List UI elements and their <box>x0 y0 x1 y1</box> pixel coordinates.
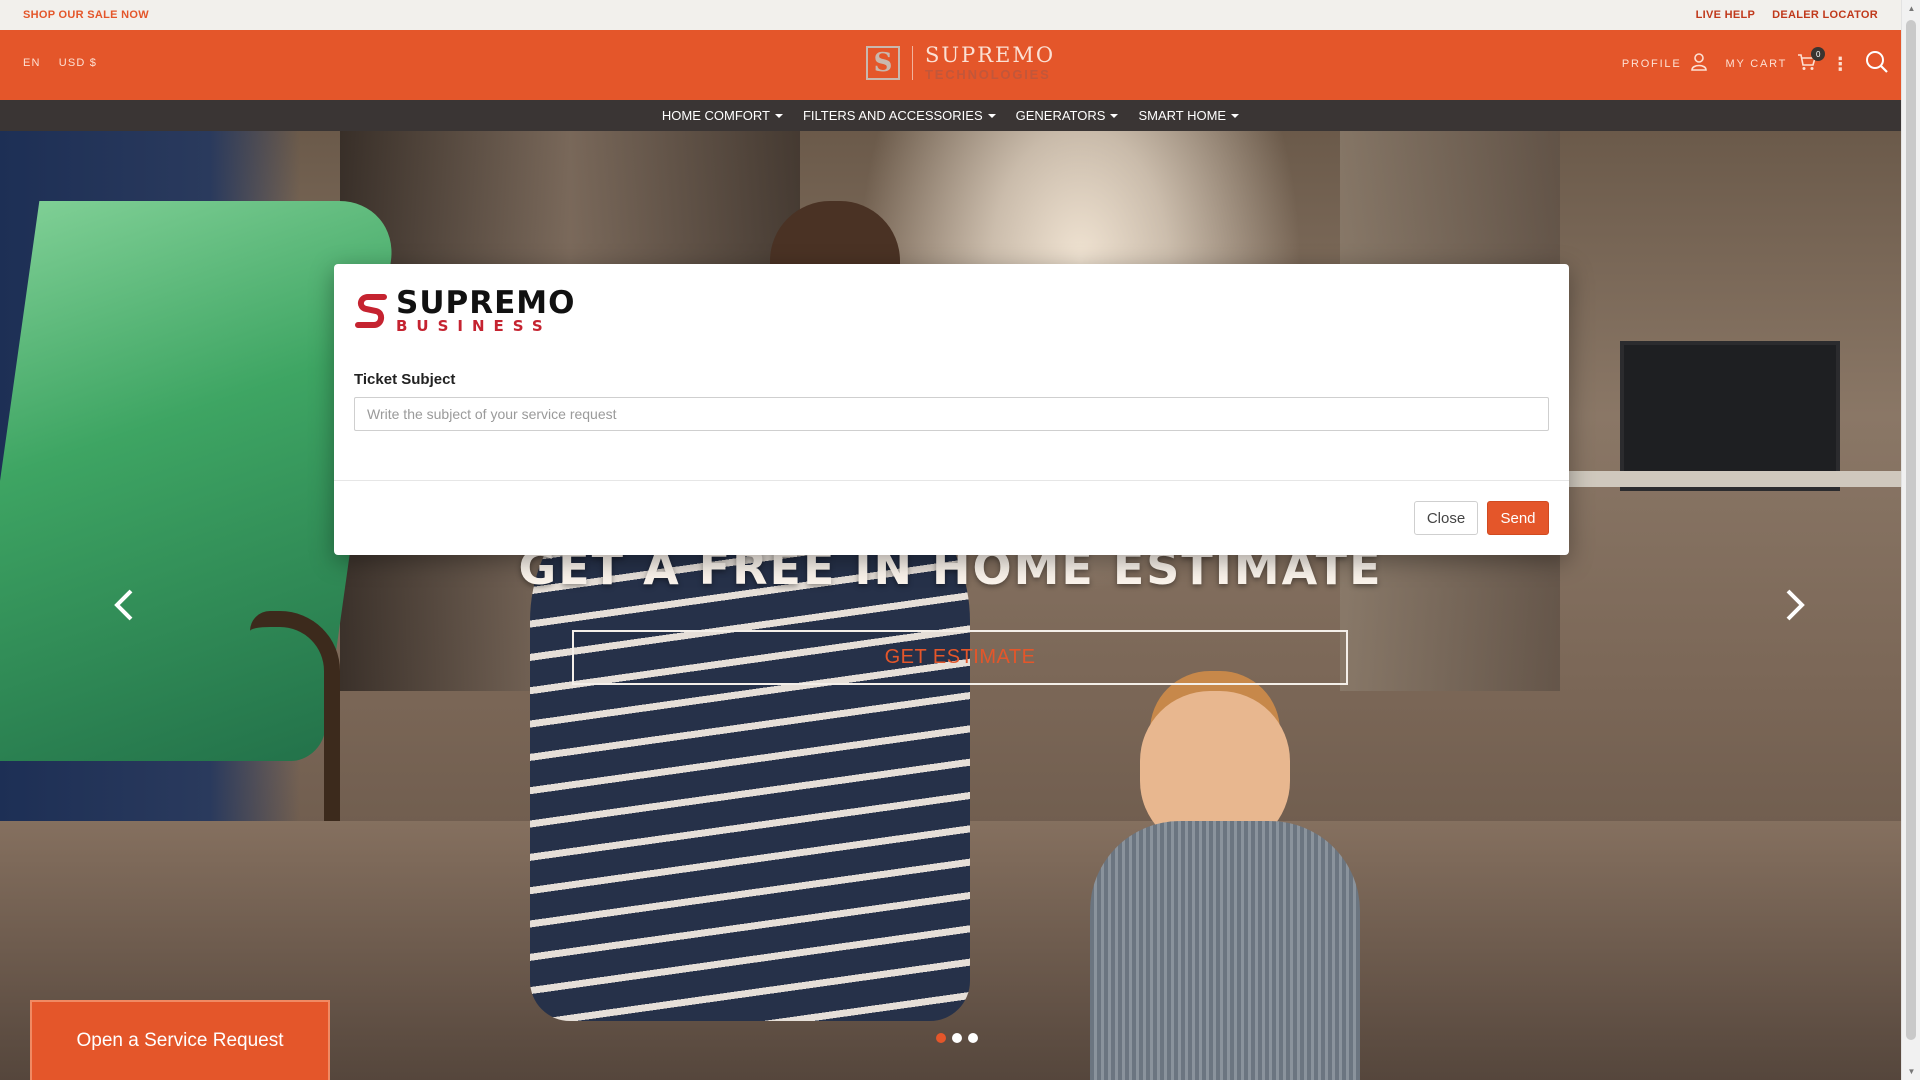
logo-line1: SUPREMO <box>925 43 1056 67</box>
carousel-dot[interactable] <box>968 1033 978 1043</box>
ticket-subject-label: Ticket Subject <box>354 371 456 388</box>
hero-photo-tv <box>1620 341 1840 491</box>
brand-text: SUPREMO BUSINESS <box>396 288 575 334</box>
hero-photo-child <box>1090 821 1360 1080</box>
ticket-subject-input[interactable] <box>354 397 1549 431</box>
close-button[interactable]: Close <box>1414 501 1478 535</box>
dealer-locator-link[interactable]: DEALER LOCATOR <box>1772 9 1878 21</box>
locale-selector: EN USD $ <box>23 57 97 69</box>
language-selector[interactable]: EN <box>23 57 41 69</box>
caret-down-icon <box>1231 113 1240 118</box>
chevron-right-icon[interactable] <box>1775 585 1815 625</box>
chevron-left-icon[interactable] <box>104 585 144 625</box>
logo-mark-icon: S <box>866 46 900 80</box>
search-icon[interactable] <box>1865 50 1889 77</box>
cart-count-badge: 0 <box>1811 47 1826 61</box>
profile-link[interactable]: PROFILE <box>1622 58 1682 70</box>
currency-selector[interactable]: USD $ <box>59 57 97 69</box>
nav-item-label: FILTERS AND ACCESSORIES <box>802 108 983 123</box>
nav-item-generators[interactable]: GENERATORS <box>1016 108 1119 123</box>
get-estimate-button[interactable]: GET ESTIMATE <box>572 630 1348 685</box>
more-vertical-icon[interactable]: ⋮ <box>1831 55 1851 73</box>
supremo-logo-icon <box>354 291 390 331</box>
caret-down-icon <box>1110 113 1119 118</box>
nav-item-label: HOME COMFORT <box>661 108 770 123</box>
service-request-modal: SUPREMO BUSINESS Ticket Subject Close Se… <box>334 264 1569 555</box>
scroll-down-icon[interactable]: ▼ <box>1902 1063 1920 1080</box>
carousel-dot[interactable] <box>952 1033 962 1043</box>
hero-photo-shelf <box>1560 471 1901 487</box>
scroll-up-icon[interactable]: ▲ <box>1902 0 1920 17</box>
modal-footer-divider <box>334 480 1569 481</box>
supremo-business-logo: SUPREMO BUSINESS <box>354 288 575 334</box>
site-header: EN USD $ S SUPREMO TECHNOLOGIES PROFILE … <box>0 30 1901 100</box>
live-help-link[interactable]: LIVE HELP <box>1696 9 1756 21</box>
send-button[interactable]: Send <box>1487 501 1549 535</box>
logo-text: SUPREMO TECHNOLOGIES <box>925 43 1056 82</box>
cart-icon[interactable]: 0 <box>1797 47 1826 74</box>
nav-item-label: SMART HOME <box>1138 108 1227 123</box>
caret-down-icon <box>987 113 996 118</box>
nav-item-label: GENERATORS <box>1015 108 1106 123</box>
caret-down-icon <box>774 113 783 118</box>
top-utility-bar: SHOP OUR SALE NOW LIVE HELP DEALER LOCAT… <box>0 0 1901 30</box>
cart-link[interactable]: MY CART <box>1725 58 1787 70</box>
top-utility-links: LIVE HELP DEALER LOCATOR <box>1696 9 1878 21</box>
brand-line2: BUSINESS <box>396 317 552 335</box>
shop-sale-link[interactable]: SHOP OUR SALE NOW <box>23 9 149 21</box>
carousel-dot[interactable] <box>936 1033 946 1043</box>
open-service-request-button[interactable]: Open a Service Request <box>30 1000 330 1080</box>
scrollbar-thumb[interactable] <box>1906 20 1916 1040</box>
carousel-indicators <box>936 1033 978 1043</box>
main-navigation: HOME COMFORT FILTERS AND ACCESSORIES GEN… <box>0 100 1901 131</box>
nav-item-filters-and-accessories[interactable]: FILTERS AND ACCESSORIES <box>803 108 996 123</box>
site-logo[interactable]: S SUPREMO TECHNOLOGIES <box>866 45 1055 81</box>
brand-line1: SUPREMO <box>396 285 576 321</box>
logo-line2: TECHNOLOGIES <box>925 67 1051 82</box>
page-scrollbar[interactable]: ▲ ▼ <box>1901 0 1920 1080</box>
nav-item-home-comfort[interactable]: HOME COMFORT <box>662 108 783 123</box>
logo-divider <box>912 46 913 80</box>
header-actions: PROFILE MY CART 0 ⋮ <box>1622 47 1889 77</box>
nav-item-smart-home[interactable]: SMART HOME <box>1138 108 1240 123</box>
user-icon[interactable] <box>1691 53 1708 74</box>
